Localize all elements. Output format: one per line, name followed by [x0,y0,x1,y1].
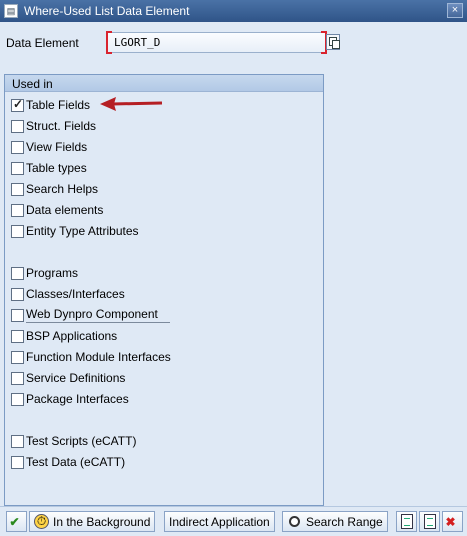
checkbox-struct-fields[interactable]: Struct. Fields [11,117,96,135]
checkbox-label: View Fields [26,140,88,154]
title-bar: ▤ Where-Used List Data Element × [0,0,467,22]
checkbox-service-definitions[interactable]: Service Definitions [11,369,125,387]
checkbox-label: Service Definitions [26,371,126,385]
checkbox-label: Table types [26,161,87,175]
annotation-arrow-icon [100,97,163,111]
checkbox-box[interactable] [11,350,24,364]
checkbox-box[interactable] [11,371,24,385]
checkbox-box[interactable] [11,182,24,196]
close-icon: ✖ [445,514,456,529]
search-icon [287,514,302,529]
checkbox-bsp-applications[interactable]: BSP Applications [11,327,117,345]
window-title: Where-Used List Data Element [24,4,190,18]
close-icon[interactable]: × [447,3,463,18]
required-bracket-left [106,31,112,54]
execute-button[interactable]: ✔ [6,511,27,532]
checkbox-box[interactable] [11,392,24,406]
checkbox-entity-type-attributes[interactable]: Entity Type Attributes [11,222,139,240]
checkbox-label: Data elements [26,203,104,217]
in-the-background-label: In the Background [53,514,151,529]
select-all-button[interactable] [396,511,417,532]
search-range-button[interactable]: Search Range [282,511,388,532]
checkmark-icon: ✔ [9,514,20,529]
checkbox-label: Test Scripts (eCATT) [26,434,137,448]
checkbox-programs[interactable]: Programs [11,264,78,282]
checkbox-box[interactable] [11,203,24,217]
checkbox-package-interfaces[interactable]: Package Interfaces [11,390,129,408]
window-icon: ▤ [4,4,18,18]
search-range-label: Search Range [306,514,383,529]
checkbox-box[interactable] [11,119,24,133]
checkbox-view-fields[interactable]: View Fields [11,138,87,156]
checkbox-web-dynpro-component[interactable]: Web Dynpro Component [11,306,170,324]
checkbox-label: Test Data (eCATT) [26,455,126,469]
checkbox-label: Table Fields [26,98,91,112]
cancel-button[interactable]: ✖ [442,511,463,532]
background-job-icon: ⏱ [34,514,49,529]
checkbox-label: Web Dynpro Component [26,307,170,323]
indirect-application-label: Indirect Application [169,514,270,529]
checkbox-label: Entity Type Attributes [26,224,139,238]
checkbox-label: Package Interfaces [26,392,129,406]
select-all-icon [400,514,413,529]
checkbox-box[interactable] [11,455,24,469]
indirect-application-button[interactable]: Indirect Application [164,511,275,532]
checkbox-box[interactable] [11,434,24,448]
checkbox-table-types[interactable]: Table types [11,159,87,177]
checkbox-table-fields[interactable]: Table Fields [11,96,90,114]
checkbox-label: Classes/Interfaces [26,287,125,301]
data-element-value: LGORT_D [114,36,161,49]
dialog-body: Data Element LGORT_D Used in Table Field… [0,22,467,506]
used-in-header: Used in [5,75,323,92]
checkbox-box[interactable] [11,97,24,112]
used-in-group: Used in Table Fields Struct. Fields View… [4,74,324,506]
checkbox-label: Programs [26,266,79,280]
data-element-field[interactable]: LGORT_D [106,31,327,54]
checkbox-box[interactable] [11,266,24,280]
checkbox-classes-interfaces[interactable]: Classes/Interfaces [11,285,125,303]
checkbox-data-elements[interactable]: Data elements [11,201,103,219]
checkbox-box[interactable] [11,224,24,238]
checkbox-box[interactable] [11,308,24,322]
checkbox-box[interactable] [11,161,24,175]
checkbox-test-data[interactable]: Test Data (eCATT) [11,453,125,471]
data-element-label: Data Element [6,36,79,50]
checkbox-box[interactable] [11,329,24,343]
checkbox-box[interactable] [11,140,24,154]
checkbox-box[interactable] [11,287,24,301]
checkbox-label: BSP Applications [26,329,118,343]
deselect-all-icon [423,514,436,529]
deselect-all-button[interactable] [419,511,440,532]
checkbox-label: Search Helps [26,182,99,196]
checkbox-test-scripts[interactable]: Test Scripts (eCATT) [11,432,136,450]
checkbox-label: Function Module Interfaces [26,350,171,364]
button-bar: ✔ ⏱ In the Background Indirect Applicati… [0,506,467,536]
value-help-icon[interactable] [326,34,340,50]
in-the-background-button[interactable]: ⏱ In the Background [29,511,156,532]
checkbox-search-helps[interactable]: Search Helps [11,180,98,198]
checkbox-label: Struct. Fields [26,119,97,133]
checkbox-function-module-interfaces[interactable]: Function Module Interfaces [11,348,171,366]
